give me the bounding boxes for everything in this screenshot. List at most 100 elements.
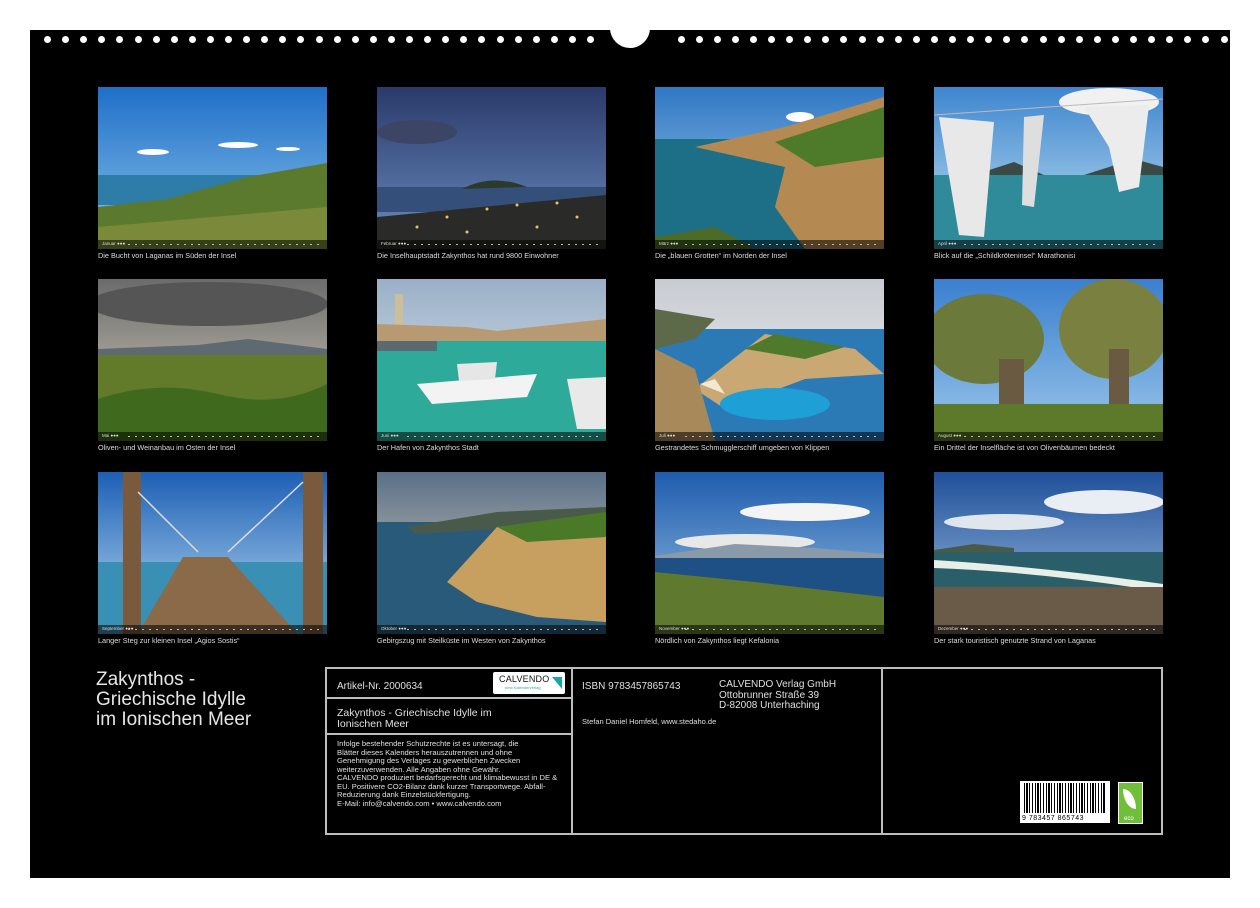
- photo-caption: Blick auf die „Schildkröteninsel“ Marath…: [934, 251, 1076, 260]
- article-number: Artikel-Nr. 2000634: [337, 681, 423, 692]
- photo-november: November ●●●: [655, 472, 884, 634]
- month-tile: Oktober ●●● Gebirgszug mit Steilküste im…: [377, 472, 606, 645]
- binding-hole: [949, 36, 956, 43]
- binding-hole: [1111, 36, 1119, 43]
- binding-hole: [840, 36, 848, 43]
- month-tile: Juli ●●● Gestrandetes Schmugglerschiff u…: [655, 279, 884, 452]
- binding-hole: [1220, 36, 1228, 43]
- calendar-back-sheet: Januar ●●● Die Bucht von Laganas im Süde…: [30, 18, 1230, 878]
- month-tile: September ●●● Langer Steg zur kleinen In…: [98, 472, 327, 645]
- binding-hole: [1003, 36, 1011, 43]
- eco-leaf-icon: eco: [1118, 782, 1143, 824]
- isbn: ISBN 9783457865743: [582, 681, 681, 692]
- binding-hole: [912, 36, 920, 43]
- photo-caption: Die Inselhauptstadt Zakynthos hat rund 9…: [377, 251, 559, 260]
- binding-hole: [894, 36, 902, 43]
- month-tile: Juni ●●● Der Hafen von Zakynthos Stadt: [377, 279, 606, 452]
- binding-hole: [1039, 36, 1047, 43]
- photo-caption: Die „blauen Grotten“ im Norden der Insel: [655, 251, 787, 260]
- month-strip: Januar ●●●: [98, 240, 327, 249]
- binding-hole: [1166, 36, 1174, 43]
- binding-hole: [713, 36, 721, 43]
- photo-december: Dezember ●●●: [934, 472, 1163, 634]
- binding-hole: [279, 36, 287, 43]
- binding-hole: [261, 36, 269, 43]
- photo-caption: Gestrandetes Schmugglerschiff umgeben vo…: [655, 443, 830, 452]
- photo-caption: Der stark touristisch genutzte Strand vo…: [934, 636, 1096, 645]
- binding-hole: [1075, 36, 1083, 43]
- binding-hole: [1021, 36, 1029, 43]
- binding-hole: [550, 36, 558, 43]
- month-tile: März ●●● Die „blauen Grotten“ im Norden …: [655, 87, 884, 260]
- divider: [571, 669, 573, 833]
- month-tile: August ●●● Ein Drittel der Inselfläche i…: [934, 279, 1163, 452]
- legal-notice: Infolge bestehender Schutzrechte ist es …: [337, 739, 558, 808]
- divider: [327, 697, 571, 699]
- binding-hole: [80, 36, 88, 43]
- binding-hole: [1130, 36, 1137, 43]
- binding-hole: [134, 36, 142, 43]
- photo-march: März ●●●: [655, 87, 884, 249]
- month-strip: Juni ●●●: [377, 432, 606, 441]
- binding-hole: [188, 36, 196, 43]
- publisher-address: CALVENDO Verlag GmbH Ottobrunner Straße …: [719, 679, 837, 711]
- month-strip: August ●●●: [934, 432, 1163, 441]
- binding-hole: [731, 36, 739, 43]
- binding-hole: [387, 36, 395, 43]
- binding-hole: [315, 36, 323, 43]
- binding-hole: [44, 36, 51, 43]
- binding-hole: [1148, 36, 1156, 43]
- binding-hole: [333, 36, 341, 43]
- binding-hole: [858, 36, 866, 43]
- binding-hole: [786, 36, 794, 43]
- title-line: Zakynthos -: [96, 669, 196, 690]
- divider: [881, 669, 883, 833]
- photo-june: Juni ●●●: [377, 279, 606, 441]
- binding-hole: [677, 36, 685, 43]
- binding-hole: [170, 36, 178, 43]
- photo-august: August ●●●: [934, 279, 1163, 441]
- binding-hole: [822, 36, 830, 43]
- binding-hole: [514, 36, 522, 43]
- binding-hole: [876, 36, 884, 43]
- binding-hole: [1093, 36, 1101, 43]
- photo-may: Mai ●●●: [98, 279, 327, 441]
- month-tile: November ●●● Nördlich von Zakynthos lieg…: [655, 472, 884, 645]
- binding-hole: [587, 36, 594, 43]
- binding-hole: [225, 36, 232, 43]
- month-strip: Februar ●●●: [377, 240, 606, 249]
- title-line: Griechische Idylle: [96, 689, 246, 710]
- binding-hole: [62, 36, 70, 43]
- binding-hole: [152, 36, 160, 43]
- month-strip: Juli ●●●: [655, 432, 884, 441]
- photo-caption: Die Bucht von Laganas im Süden der Insel: [98, 251, 237, 260]
- photo-july: Juli ●●●: [655, 279, 884, 441]
- month-strip: Dezember ●●●: [934, 625, 1163, 634]
- binding-hole: [985, 36, 993, 43]
- publisher-info-box: Artikel-Nr. 2000634 CALVENDO best Kalend…: [325, 667, 1163, 835]
- month-strip: März ●●●: [655, 240, 884, 249]
- photo-caption: Der Hafen von Zakynthos Stadt: [377, 443, 479, 452]
- binding-hole: [116, 36, 124, 43]
- binding-hole: [695, 36, 703, 43]
- binding-hole: [406, 36, 413, 43]
- binding-hole: [967, 36, 975, 43]
- product-title: Zakynthos - Griechische Idylle im Ionisc…: [337, 707, 492, 730]
- calendar-title: Zakynthos - Griechische Idylle im Ionisc…: [96, 670, 251, 730]
- binding-hole: [496, 36, 504, 43]
- month-tile: Januar ●●● Die Bucht von Laganas im Süde…: [98, 87, 327, 260]
- photo-caption: Langer Steg zur kleinen Insel „Agios Sos…: [98, 636, 240, 645]
- month-tile: Februar ●●● Die Inselhauptstadt Zakyntho…: [377, 87, 606, 260]
- binding-hole: [768, 36, 775, 43]
- binding-hole: [1184, 36, 1192, 43]
- month-tile: Dezember ●●● Der stark touristisch genut…: [934, 472, 1163, 645]
- binding-hole: [930, 36, 938, 43]
- photo-caption: Gebirgszug mit Steilküste im Westen von …: [377, 636, 546, 645]
- month-strip: Mai ●●●: [98, 432, 327, 441]
- binding-hole: [98, 36, 106, 43]
- photo-september: September ●●●: [98, 472, 327, 634]
- photo-caption: Oliven- und Weinanbau im Osten der Insel: [98, 443, 236, 452]
- photo-caption: Ein Drittel der Inselfläche ist von Oliv…: [934, 443, 1115, 452]
- photo-october: Oktober ●●●: [377, 472, 606, 634]
- title-line: im Ionischen Meer: [96, 709, 252, 730]
